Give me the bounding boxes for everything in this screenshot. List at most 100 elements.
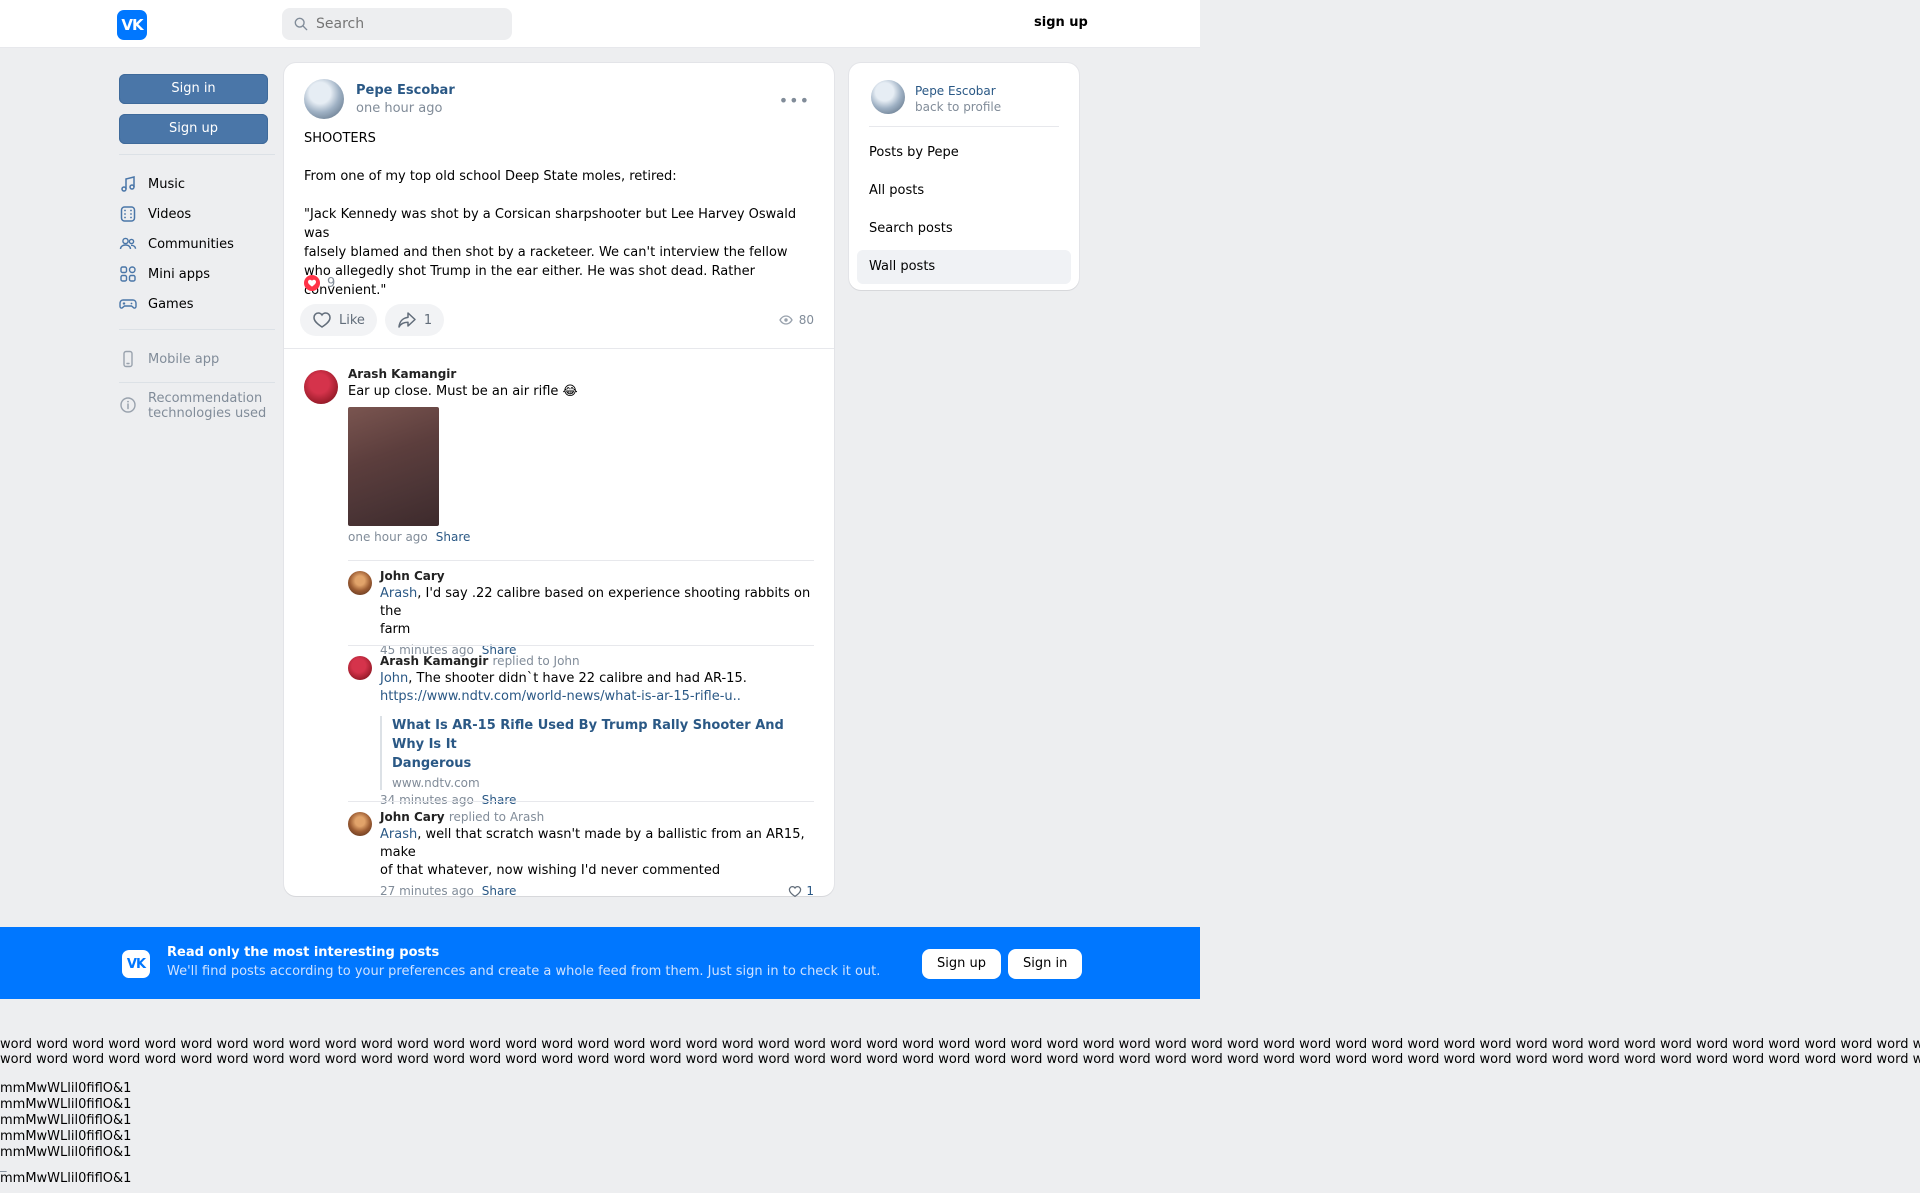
comment-photo[interactable] [348,407,439,526]
glyph-line: mmMwWLlil0fiflO&1 [0,1097,132,1112]
recommendation-label: Recommendation technologies used [148,391,266,421]
sidebar-item-label: Communities [148,236,234,252]
sidebar-item-music[interactable]: Music [119,169,275,199]
post-actions: Like 1 [300,304,452,336]
left-sidebar: Sign in Sign up Music Videos Communities… [119,74,275,421]
signup-banner: VK Read only the most interesting posts … [0,927,1200,999]
external-link[interactable]: https://www.ndtv.com/world-news/what-is-… [380,688,814,706]
search-box[interactable] [282,8,512,40]
replied-to[interactable]: replied to John [493,654,580,668]
gamepad-icon [119,299,137,309]
reply-body: Arash Kamangir replied to John John, The… [380,654,814,807]
video-icon [120,206,136,222]
post-comments-divider [284,348,834,349]
reply-share-link[interactable]: Share [482,884,517,898]
sidebar-item-mobile-app[interactable]: Mobile app [119,344,275,374]
reply-text-part: , well that scratch wasn't made by a bal… [380,827,805,860]
author-avatar[interactable] [304,79,344,119]
vk-logo[interactable]: VK [117,10,147,40]
reply-like-count: 1 [806,884,814,898]
sidebar-item-recommendation[interactable]: Recommendation technologies used [119,391,275,421]
panel-menu: Posts by Pepe All posts Search posts Wal… [857,136,1071,288]
sidebar-divider [119,382,275,383]
more-options-icon[interactable]: ••• [779,91,810,110]
top-header: VK sign up [0,0,1200,48]
mention-link[interactable]: Arash [380,827,417,842]
reply-body: John Cary replied to Arash Arash, well t… [380,810,814,898]
sidebar-item-label: Videos [148,206,192,222]
reply-time[interactable]: 34 minutes ago [380,793,474,807]
like-button[interactable]: Like [300,304,377,336]
commenter-avatar[interactable] [348,571,372,595]
sidebar-item-communities[interactable]: Communities [119,229,275,259]
search-input[interactable] [316,16,496,32]
search-icon [294,17,308,31]
sidebar-item-games[interactable]: Games [119,289,275,319]
post-author-link[interactable]: Pepe Escobar [356,83,455,98]
sidebar-item-label: Mobile app [148,351,220,367]
reply-author-link[interactable]: Arash Kamangir replied to John [380,654,814,668]
reply-body: John Cary Arash, I'd say .22 calibre bas… [380,569,814,657]
sidebar-item-mini-apps[interactable]: Mini apps [119,259,275,289]
reply-author-link[interactable]: John Cary replied to Arash [380,810,814,824]
menu-item-all-posts[interactable]: All posts [857,174,1071,208]
commenter-avatar[interactable] [348,656,372,680]
views-counter: 80 [778,313,814,327]
reply-share-link[interactable]: Share [482,793,517,807]
reply-divider [348,645,814,646]
link-snippet[interactable]: What Is AR-15 Rifle Used By Trump Rally … [380,716,814,790]
snippet-title[interactable]: What Is AR-15 Rifle Used By Trump Rally … [392,716,814,773]
reactions-count: 9 [327,275,336,291]
music-icon [121,176,135,192]
profile-avatar[interactable] [871,80,905,114]
menu-item-wall-posts[interactable]: Wall posts [857,250,1071,284]
reply-author-name[interactable]: John Cary [380,810,445,824]
mention-link[interactable]: Arash [380,586,417,601]
reply-author-name[interactable]: Arash Kamangir [380,654,488,668]
word-line: word word word word word word word word … [0,1052,1920,1067]
menu-item-search-posts[interactable]: Search posts [857,212,1071,246]
comment-text: Ear up close. Must be an air rifle 😂 [348,384,578,399]
sidebar-divider [119,329,275,330]
sign-in-button[interactable]: Sign in [119,74,268,104]
comment-author-link[interactable]: Arash Kamangir [348,367,814,381]
glyph-line: mmMwWLlil0fiflO&1 [0,1145,132,1160]
recommendation-line-1: Recommendation [148,391,263,406]
post-quote-line: falsely blamed and then shot by a racket… [304,245,788,260]
banner-sign-in-button[interactable]: Sign in [1008,949,1083,979]
reply-like-button[interactable]: 1 [788,884,814,898]
share-button[interactable]: 1 [384,304,445,336]
commenter-avatar[interactable] [348,812,372,836]
reactions-summary[interactable]: 9 [304,275,335,291]
heart-outline-icon [313,312,331,328]
replied-to[interactable]: replied to Arash [449,810,544,824]
sidebar-item-label: Mini apps [148,266,211,282]
mention-link[interactable]: John [380,671,408,686]
banner-title: Read only the most interesting posts [167,945,440,960]
commenter-avatar[interactable] [304,370,338,404]
communities-icon [119,237,137,250]
header-signup-link[interactable]: sign up [1034,15,1088,30]
banner-sign-up-button[interactable]: Sign up [922,949,1001,979]
menu-item-posts-by-pepe[interactable]: Posts by Pepe [857,136,1071,170]
post-header: Pepe Escobar one hour ago [304,79,455,119]
reply-text-part: , The shooter didn`t have 22 calibre and… [408,671,747,686]
post-title: SHOOTERS [304,131,376,146]
post-quote-line: who allegedly shot Trump in the ear eith… [304,264,755,298]
post-card: Pepe Escobar one hour ago ••• SHOOTERS F… [284,63,834,898]
profile-link[interactable]: Pepe Escobar back to profile [871,80,1001,114]
glyph-test-text: mmMwWLlil0fiflO&1 mmMwWLlil0fiflO&1 mmMw… [0,1081,131,1187]
back-to-profile[interactable]: back to profile [915,100,1001,114]
profile-name[interactable]: Pepe Escobar [915,84,1001,98]
post-time[interactable]: one hour ago [356,101,455,116]
comment-time[interactable]: one hour ago [348,530,428,544]
like-label: Like [339,312,365,328]
vk-logo: VK [122,950,150,978]
comment-share-link[interactable]: Share [436,530,471,544]
reply-text-part: farm [380,622,411,637]
sidebar-item-videos[interactable]: Videos [119,199,275,229]
post-quote: "Jack Kennedy was shot by a Corsican sha… [304,205,814,300]
reply-time[interactable]: 27 minutes ago [380,884,474,898]
sign-up-button[interactable]: Sign up [119,114,268,144]
reply-author-link[interactable]: John Cary [380,569,814,583]
